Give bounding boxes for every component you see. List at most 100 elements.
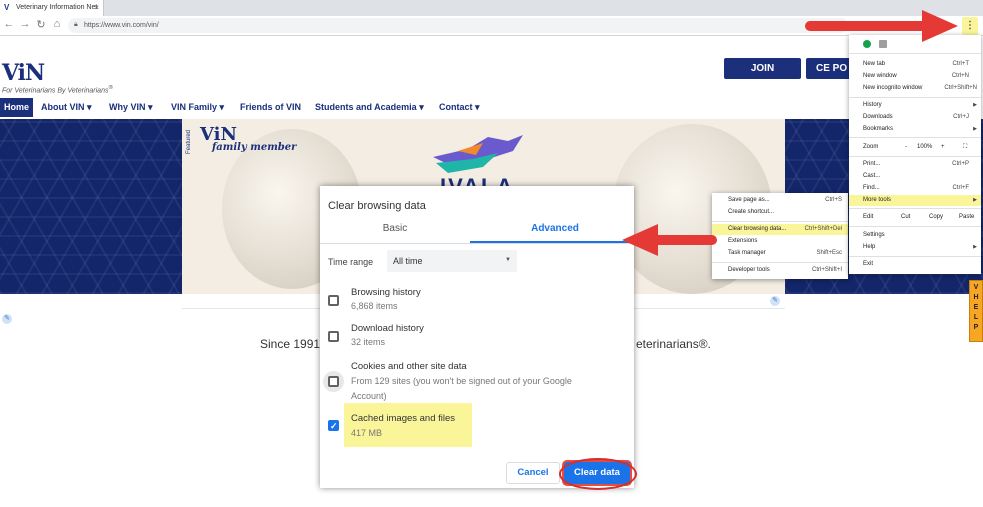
submenu-extensions[interactable]: Extensions [712, 236, 848, 247]
checkbox-browsing-history[interactable] [328, 295, 339, 306]
submenu-arrow-icon: ▶ [973, 244, 977, 250]
tab-title: Veterinary Information Net [16, 4, 98, 11]
submenu-separator [712, 221, 848, 222]
zoom-out-button[interactable]: - [905, 142, 907, 153]
menu-shortcut: Ctrl+T [952, 61, 970, 67]
time-range-value: All time [393, 256, 423, 266]
menu-new-incognito[interactable]: New incognito window Ctrl+Shift+N [849, 83, 981, 94]
browser-tab[interactable]: V Veterinary Information Net × [0, 0, 104, 16]
menu-shortcut: Ctrl+N [951, 73, 969, 79]
submenu-label: Task manager [728, 250, 766, 256]
menu-new-window[interactable]: New window Ctrl+N [849, 71, 981, 82]
menu-cast[interactable]: Cast... [849, 171, 981, 182]
menu-help[interactable]: Help ▶ [849, 242, 981, 253]
help-tab-letter: E [973, 304, 979, 311]
vin-logo[interactable]: ViN [2, 60, 45, 86]
submenu-separator [712, 262, 848, 263]
tab-advanced[interactable]: Advanced [480, 223, 630, 234]
menu-more-tools[interactable]: More tools ▶ [849, 195, 981, 206]
tab-basic[interactable]: Basic [320, 223, 470, 234]
nav-why-vin[interactable]: Why VIN ▾ [109, 98, 153, 117]
site-tagline: For Veterinarians By Veterinarians® [2, 85, 113, 94]
menu-print[interactable]: Print... Ctrl+P [849, 159, 981, 170]
join-button[interactable]: JOIN [724, 58, 801, 79]
menu-new-tab[interactable]: New tab Ctrl+T [849, 59, 981, 70]
time-range-label: Time range [328, 257, 374, 267]
menu-label: New incognito window [863, 85, 923, 91]
menu-label: Downloads [863, 114, 893, 120]
menu-shortcut: Ctrl+P [952, 161, 969, 167]
since-text-right: eterinarians®. [636, 337, 711, 351]
submenu-shortcut: Ctrl+S [825, 197, 842, 203]
nav-friends-of-vin[interactable]: Friends of VIN [240, 98, 301, 117]
tab-strip: V Veterinary Information Net × [0, 0, 983, 16]
fullscreen-icon[interactable]: ⛶ [963, 142, 967, 153]
menu-edit-row: Edit Cut Copy Paste [849, 212, 981, 223]
menu-label: Bookmarks [863, 126, 894, 132]
chrome-main-menu: New tab Ctrl+T New window Ctrl+N New incog… [849, 35, 981, 274]
featured-label: Featured [186, 129, 192, 154]
lock-icon: 🔒︎ [74, 21, 78, 28]
submenu-create-shortcut[interactable]: Create shortcut... [712, 207, 848, 218]
zoom-in-button[interactable]: + [941, 142, 945, 153]
checkbox-cookies[interactable] [328, 376, 339, 387]
extension-icon[interactable] [879, 40, 887, 48]
nav-students-academia[interactable]: Students and Academia ▾ [315, 98, 424, 117]
menu-downloads[interactable]: Downloads Ctrl+J [849, 112, 981, 123]
submenu-arrow-icon: ▶ [973, 126, 977, 132]
cut-button[interactable]: Cut [901, 212, 910, 223]
menu-label: New tab [863, 61, 886, 67]
submenu-task-manager[interactable]: Task manager Shift+Esc [712, 248, 848, 259]
pin-icon-right[interactable]: ✎ [770, 296, 780, 306]
checkbox-download-history[interactable] [328, 331, 339, 342]
paste-button[interactable]: Paste [959, 212, 974, 223]
nav-home[interactable]: Home [0, 98, 34, 117]
copy-button[interactable]: Copy [929, 212, 943, 223]
menu-settings[interactable]: Settings [849, 230, 981, 241]
menu-find[interactable]: Find... Ctrl+F [849, 183, 981, 194]
menu-separator [849, 53, 981, 54]
tab-close-icon[interactable]: × [94, 3, 99, 12]
browser-toolbar: ← → ↻ ⌂ 🔒︎ https://www.vin.com/vin/ [0, 16, 983, 36]
nav-contact[interactable]: Contact ▾ [439, 98, 480, 117]
option-title: Cached images and files [351, 413, 456, 424]
submenu-label: Clear browsing data... [728, 226, 787, 232]
submenu-label: Create shortcut... [728, 209, 775, 215]
pin-icon[interactable]: ✎ [2, 314, 12, 324]
menu-shortcut: Ctrl+Shift+N [944, 85, 977, 91]
submenu-clear-browsing-data[interactable]: Clear browsing data... Ctrl+Shift+Del [712, 224, 848, 235]
menu-exit[interactable]: Exit [849, 259, 981, 270]
menu-label: Cast... [863, 173, 881, 179]
option-title: Cookies and other site data [351, 361, 467, 372]
brand-horse-logo-icon [433, 135, 523, 173]
help-side-tab[interactable]: V H E L P [969, 280, 983, 342]
back-arrow-icon[interactable]: ← [2, 18, 16, 30]
menu-separator [849, 156, 981, 157]
cancel-button[interactable]: Cancel [506, 462, 560, 484]
menu-label: History [863, 102, 882, 108]
chrome-menu-button[interactable]: ⋮ [962, 17, 978, 35]
time-range-select[interactable]: All time ▼ [387, 250, 517, 272]
home-icon[interactable]: ⌂ [50, 18, 64, 30]
reload-icon[interactable]: ↻ [34, 18, 48, 31]
menu-label: Settings [863, 232, 885, 238]
forward-arrow-icon[interactable]: → [18, 18, 32, 30]
menu-separator [849, 137, 981, 138]
more-tools-submenu: Save page as... Ctrl+S Create shortcut...… [712, 193, 848, 279]
address-bar[interactable]: 🔒︎ https://www.vin.com/vin/ [68, 18, 848, 33]
menu-label: Print... [863, 161, 881, 167]
menu-history[interactable]: History ▶ [849, 100, 981, 111]
checkbox-cached-images[interactable]: ✓ [328, 420, 339, 431]
menu-bookmarks[interactable]: Bookmarks ▶ [849, 124, 981, 135]
submenu-save-page[interactable]: Save page as... Ctrl+S [712, 195, 848, 206]
help-tab-letter: H [973, 294, 979, 301]
nav-about-vin[interactable]: About VIN ▾ [41, 98, 92, 117]
grammarly-extension-icon[interactable] [863, 40, 871, 48]
site-nav: Home About VIN ▾ Why VIN ▾ VIN Family ▾ … [0, 98, 860, 117]
url-text: https://www.vin.com/vin/ [84, 22, 159, 29]
edit-label: Edit [863, 214, 874, 220]
nav-vin-family[interactable]: VIN Family ▾ [171, 98, 224, 117]
submenu-developer-tools[interactable]: Developer tools Ctrl+Shift+I [712, 265, 848, 276]
ce-portal-button[interactable]: CE PO [806, 58, 851, 79]
menu-label: New window [863, 73, 897, 79]
